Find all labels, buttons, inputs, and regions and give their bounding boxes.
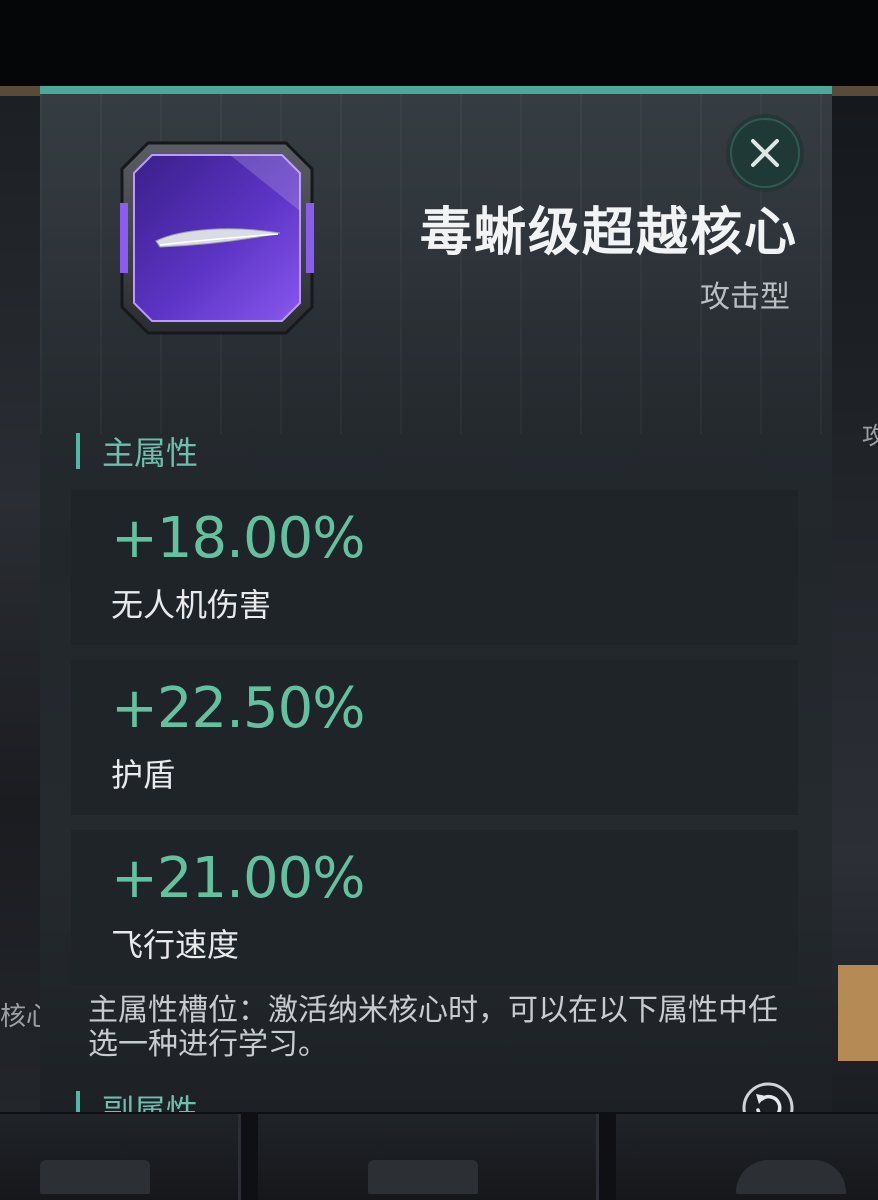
stat-label: 飞行速度	[111, 926, 240, 964]
violet-drone-core-icon	[120, 141, 314, 335]
background-tab-label-attack: 攻	[862, 422, 878, 450]
item-name: 毒蜥级超越核心	[419, 203, 798, 263]
background-side-tab[interactable]	[838, 965, 878, 1061]
core-detail-panel: 毒蜥级超越核心 攻击型 主属性 +18.00% 无人机伤害 +22.50% 护盾…	[40, 86, 832, 1112]
stat-row: +18.00% 无人机伤害	[71, 490, 798, 645]
stat-value: +21.00%	[111, 846, 365, 911]
item-type: 攻击型	[700, 280, 790, 315]
section-title: 主属性	[102, 434, 199, 472]
background-scene-right	[832, 96, 878, 1112]
section-accent-bar	[76, 1091, 80, 1112]
section-header-sub-attributes: 副属性	[76, 1086, 198, 1112]
section-accent-bar	[76, 433, 80, 469]
stat-value: +22.50%	[111, 676, 365, 741]
main-attribute-description: 主属性槽位：激活纳米核心时，可以在以下属性中任选一种进行学习。	[88, 993, 778, 1062]
section-header-main-attributes: 主属性	[76, 428, 198, 474]
background-scene-left	[0, 96, 40, 1112]
bottom-item-slot[interactable]	[258, 1114, 599, 1200]
stat-row: +22.50% 护盾	[71, 660, 798, 815]
stat-label: 无人机伤害	[111, 586, 272, 624]
close-button[interactable]	[730, 118, 800, 188]
bottom-item-slot[interactable]	[616, 1114, 878, 1200]
stat-value: +18.00%	[111, 506, 365, 571]
refresh-icon[interactable]	[742, 1082, 794, 1112]
bottom-item-slot[interactable]	[0, 1114, 241, 1200]
section-title: 副属性	[102, 1092, 199, 1112]
close-icon	[751, 139, 779, 167]
top-bar	[0, 0, 878, 86]
stat-row: +21.00% 飞行速度	[71, 830, 798, 985]
stat-label: 护盾	[111, 756, 176, 794]
